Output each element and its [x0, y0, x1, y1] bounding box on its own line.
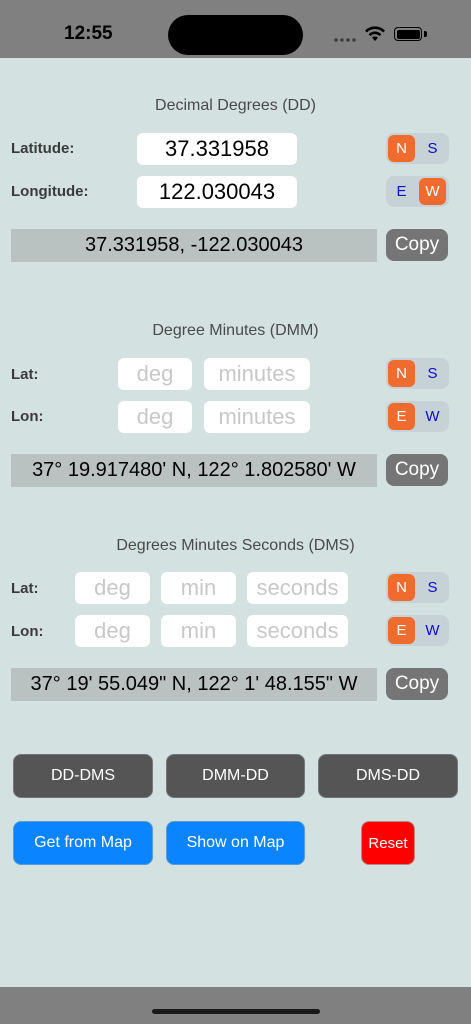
wifi-icon: [365, 26, 385, 41]
dms-result-text: 37° 19' 55.049" N, 122° 1' 48.155" W: [11, 668, 377, 701]
dms-lat-min-input[interactable]: min: [161, 572, 236, 604]
dmm-lat-deg-input[interactable]: deg: [118, 358, 192, 390]
dmm-lat-direction-toggle[interactable]: N S: [386, 358, 449, 389]
battery-icon: [394, 27, 422, 41]
direction-s-option[interactable]: S: [419, 135, 446, 162]
dms-lon-deg-input[interactable]: deg: [75, 615, 150, 647]
dms-lon-min-input[interactable]: min: [161, 615, 236, 647]
dd-longitude-label: Longitude:: [11, 183, 89, 200]
direction-n-option[interactable]: N: [388, 574, 415, 601]
dms-lat-label: Lat:: [11, 580, 39, 597]
dms-lat-deg-input[interactable]: deg: [75, 572, 150, 604]
dms-lat-seconds-input[interactable]: seconds: [247, 572, 348, 604]
battery-cap: [424, 31, 427, 37]
direction-w-option[interactable]: W: [419, 178, 446, 205]
dd-result-text: 37.331958, -122.030043: [11, 229, 377, 262]
direction-w-option[interactable]: W: [419, 617, 446, 644]
dynamic-island: [168, 15, 303, 55]
home-indicator[interactable]: [152, 1009, 320, 1014]
dmm-result-text: 37° 19.917480' N, 122° 1.802580' W: [11, 454, 377, 487]
direction-n-option[interactable]: N: [388, 360, 415, 387]
dmm-dd-button[interactable]: DMM-DD: [166, 754, 305, 798]
dms-section-title: Degrees Minutes Seconds (DMS): [116, 537, 355, 554]
dd-longitude-direction-toggle[interactable]: E W: [386, 176, 449, 207]
reset-button[interactable]: Reset: [361, 821, 415, 865]
dmm-lon-label: Lon:: [11, 408, 44, 425]
dmm-lon-deg-input[interactable]: deg: [118, 401, 192, 433]
direction-e-option[interactable]: E: [388, 178, 415, 205]
dms-dd-button[interactable]: DMS-DD: [318, 754, 458, 798]
dd-copy-button[interactable]: Copy: [386, 229, 448, 261]
dmm-copy-button[interactable]: Copy: [386, 454, 448, 486]
dd-latitude-input[interactable]: 37.331958: [137, 133, 297, 165]
dmm-lat-label: Lat:: [11, 366, 39, 383]
status-time: 12:55: [64, 23, 113, 44]
dmm-lon-minutes-input[interactable]: minutes: [204, 401, 310, 433]
dms-lon-label: Lon:: [11, 623, 44, 640]
signal-dots-icon: [333, 38, 357, 42]
get-from-map-button[interactable]: Get from Map: [13, 821, 153, 865]
dd-latitude-direction-toggle[interactable]: N S: [386, 133, 449, 164]
dms-copy-button[interactable]: Copy: [386, 668, 448, 700]
direction-w-option[interactable]: W: [419, 403, 446, 430]
dms-lat-direction-toggle[interactable]: N S: [386, 572, 449, 603]
dms-lon-seconds-input[interactable]: seconds: [247, 615, 348, 647]
bottom-bar: [0, 987, 471, 1024]
direction-e-option[interactable]: E: [388, 617, 415, 644]
dd-longitude-input[interactable]: 122.030043: [137, 176, 297, 208]
dmm-lon-direction-toggle[interactable]: E W: [386, 401, 449, 432]
direction-e-option[interactable]: E: [388, 403, 415, 430]
dmm-lat-minutes-input[interactable]: minutes: [204, 358, 310, 390]
direction-s-option[interactable]: S: [419, 574, 446, 601]
dmm-section-title: Degree Minutes (DMM): [152, 322, 319, 339]
direction-s-option[interactable]: S: [419, 360, 446, 387]
direction-n-option[interactable]: N: [388, 135, 415, 162]
show-on-map-button[interactable]: Show on Map: [166, 821, 305, 865]
dd-dms-button[interactable]: DD-DMS: [13, 754, 153, 798]
dms-lon-direction-toggle[interactable]: E W: [386, 615, 449, 646]
dd-latitude-label: Latitude:: [11, 140, 75, 157]
dd-section-title: Decimal Degrees (DD): [155, 97, 316, 114]
